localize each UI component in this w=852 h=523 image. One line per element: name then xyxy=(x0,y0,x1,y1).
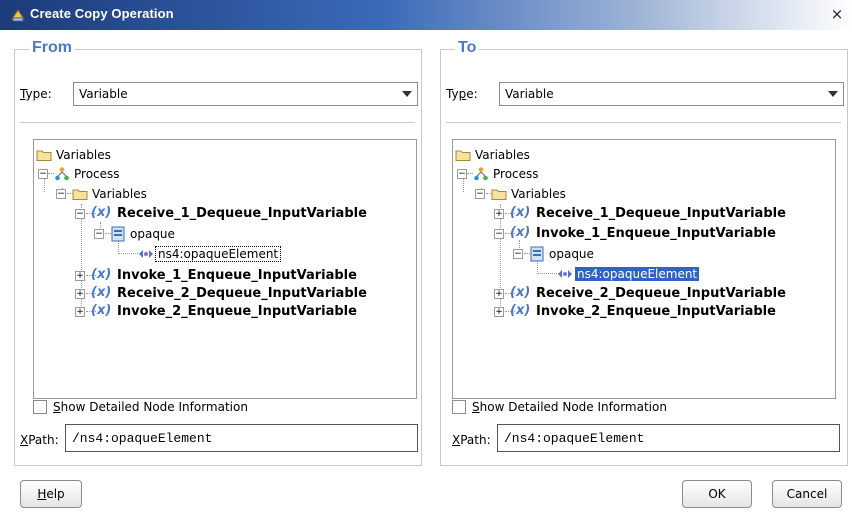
variable-x-icon: (x) xyxy=(91,267,112,282)
message-part-icon xyxy=(111,226,125,242)
help-button[interactable]: Help xyxy=(20,480,82,508)
element-icon xyxy=(558,270,572,278)
to-show-detail-checkbox[interactable] xyxy=(452,400,466,414)
from-variable-tree[interactable]: Variables − Process − Variables − (x) Re… xyxy=(33,139,417,399)
collapse-icon[interactable]: − xyxy=(475,189,485,199)
expand-icon[interactable]: + xyxy=(494,307,504,317)
collapse-icon[interactable]: − xyxy=(457,169,467,179)
from-type-label: Type: xyxy=(20,87,52,101)
process-icon xyxy=(55,167,69,181)
variable-x-icon: (x) xyxy=(510,225,531,240)
to-legend: To xyxy=(455,39,480,57)
bpel-copy-icon xyxy=(11,9,25,22)
to-group: To Type: Variable Variables − Process − … xyxy=(440,39,848,466)
expand-icon[interactable]: + xyxy=(75,289,85,299)
process-icon xyxy=(474,167,488,181)
to-type-label: Type: xyxy=(446,87,478,101)
dialog-title: Create Copy Operation xyxy=(30,6,174,21)
element-icon xyxy=(139,250,153,258)
variable-x-icon: (x) xyxy=(91,303,112,318)
to-xpath-label: XPath: xyxy=(452,433,491,447)
collapse-icon[interactable]: − xyxy=(56,189,66,199)
from-xpath-input[interactable]: /ns4:opaqueElement xyxy=(65,424,418,452)
from-type-value: Variable xyxy=(79,87,128,101)
separator xyxy=(446,122,841,123)
create-copy-operation-dialog: Create Copy Operation × From Type: Varia… xyxy=(0,0,852,523)
chevron-down-icon[interactable] xyxy=(402,91,412,97)
to-xpath-value: /ns4:opaqueElement xyxy=(504,431,645,446)
variable-x-icon: (x) xyxy=(91,205,112,220)
collapse-icon[interactable]: − xyxy=(38,169,48,179)
to-variable-tree[interactable]: Variables − Process − Variables + (x) Re… xyxy=(452,139,836,399)
from-xpath-value: /ns4:opaqueElement xyxy=(72,431,213,446)
collapse-icon[interactable]: − xyxy=(94,229,104,239)
expand-icon[interactable]: + xyxy=(494,289,504,299)
to-type-select[interactable]: Variable xyxy=(499,82,844,106)
folder-icon xyxy=(36,150,52,161)
expand-icon[interactable]: + xyxy=(75,307,85,317)
variable-x-icon: (x) xyxy=(510,303,531,318)
collapse-icon[interactable]: − xyxy=(494,229,504,239)
expand-icon[interactable]: + xyxy=(494,209,504,219)
cancel-button[interactable]: Cancel xyxy=(772,480,842,508)
collapse-icon[interactable]: − xyxy=(513,249,523,259)
from-type-select[interactable]: Variable xyxy=(73,82,418,106)
from-show-detail-label: Show Detailed Node Information xyxy=(53,400,248,414)
folder-icon xyxy=(491,189,507,200)
to-type-value: Variable xyxy=(505,87,554,101)
message-part-icon xyxy=(530,246,544,262)
expand-icon[interactable]: + xyxy=(75,271,85,281)
folder-icon xyxy=(455,150,471,161)
variable-x-icon: (x) xyxy=(510,285,531,300)
from-group: From Type: Variable Variables − Process … xyxy=(14,39,422,466)
title-bar[interactable]: Create Copy Operation × xyxy=(0,0,852,30)
from-legend: From xyxy=(29,39,75,57)
chevron-down-icon[interactable] xyxy=(828,91,838,97)
from-xpath-label: XPath: xyxy=(20,433,59,447)
separator xyxy=(20,122,415,123)
collapse-icon[interactable]: − xyxy=(75,209,85,219)
to-show-detail-label: Show Detailed Node Information xyxy=(472,400,667,414)
close-icon[interactable]: × xyxy=(828,5,846,23)
variable-x-icon: (x) xyxy=(510,205,531,220)
to-xpath-input[interactable]: /ns4:opaqueElement xyxy=(497,424,840,452)
from-show-detail-checkbox[interactable] xyxy=(33,400,47,414)
variable-x-icon: (x) xyxy=(91,285,112,300)
ok-button[interactable]: OK xyxy=(682,480,752,508)
folder-icon xyxy=(72,189,88,200)
